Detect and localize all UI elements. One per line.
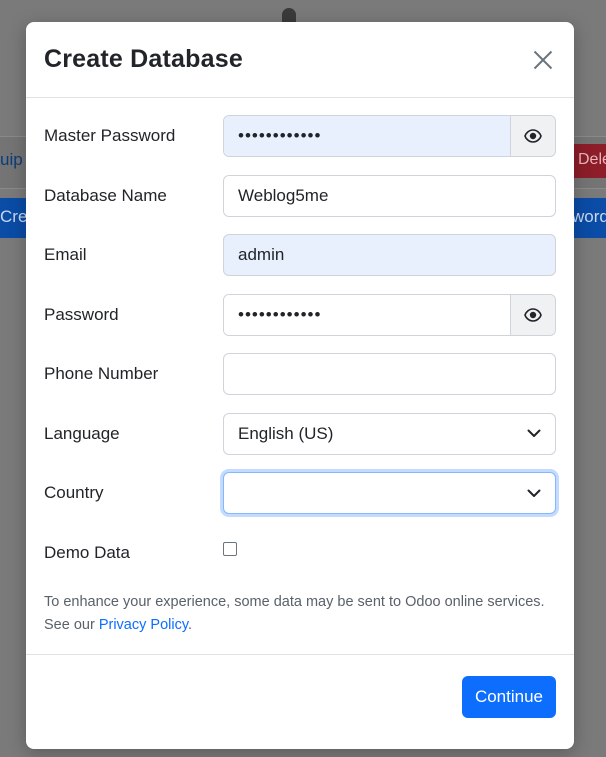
- privacy-notice-end: .: [188, 617, 193, 633]
- background-password-button: word: [572, 198, 606, 238]
- create-database-dialog: Create Database Master Password Database: [26, 22, 574, 749]
- language-select[interactable]: English (US): [223, 412, 556, 455]
- dialog-header: Create Database: [26, 22, 574, 98]
- database-name-input[interactable]: [224, 175, 555, 216]
- demo-data-label: Demo Data: [44, 542, 130, 562]
- password-input[interactable]: [224, 294, 510, 335]
- master-password-input[interactable]: [224, 116, 510, 156]
- show-password-button[interactable]: [510, 294, 555, 335]
- chevron-down-icon: [527, 489, 541, 497]
- database-name-row: Database Name: [44, 174, 556, 217]
- language-label: Language: [44, 423, 120, 443]
- master-password-label: Master Password: [44, 126, 176, 145]
- password-group: [223, 293, 556, 336]
- privacy-policy-link[interactable]: Privacy Policy: [99, 617, 188, 633]
- email-label: Email: [44, 245, 87, 264]
- background-left-text: uip: [0, 150, 23, 169]
- country-label: Country: [44, 483, 104, 502]
- privacy-notice: To enhance your experience, some data ma…: [44, 591, 556, 637]
- database-name-label: Database Name: [44, 185, 167, 205]
- master-password-group: [223, 115, 556, 157]
- demo-data-row: Demo Data: [44, 532, 556, 574]
- phone-number-row: Phone Number: [44, 353, 556, 395]
- email-field: [223, 234, 556, 276]
- phone-number-field: [223, 353, 556, 395]
- dialog-body: Master Password Database Name: [26, 98, 574, 637]
- phone-number-input[interactable]: [224, 354, 555, 394]
- password-label: Password: [44, 304, 119, 324]
- phone-number-label: Phone Number: [44, 364, 159, 383]
- demo-data-checkbox[interactable]: [223, 541, 237, 556]
- email-row: Email: [44, 234, 556, 276]
- background-delete-button: Dele: [572, 144, 606, 178]
- database-name-field: [223, 174, 556, 217]
- chevron-down-icon: [527, 429, 541, 437]
- dialog-footer: Continue: [26, 654, 574, 749]
- master-password-row: Master Password: [44, 115, 556, 157]
- country-select[interactable]: [223, 472, 556, 514]
- continue-button[interactable]: Continue: [461, 676, 556, 718]
- language-row: Language English (US): [44, 412, 556, 455]
- password-row: Password: [44, 293, 556, 336]
- eye-icon: [524, 129, 542, 143]
- dialog-title: Create Database: [44, 45, 243, 73]
- country-row: Country: [44, 472, 556, 514]
- language-selected-value: English (US): [238, 423, 334, 443]
- eye-icon: [524, 307, 542, 322]
- close-icon[interactable]: [528, 45, 558, 75]
- email-input[interactable]: [224, 235, 555, 275]
- show-master-password-button[interactable]: [510, 116, 555, 156]
